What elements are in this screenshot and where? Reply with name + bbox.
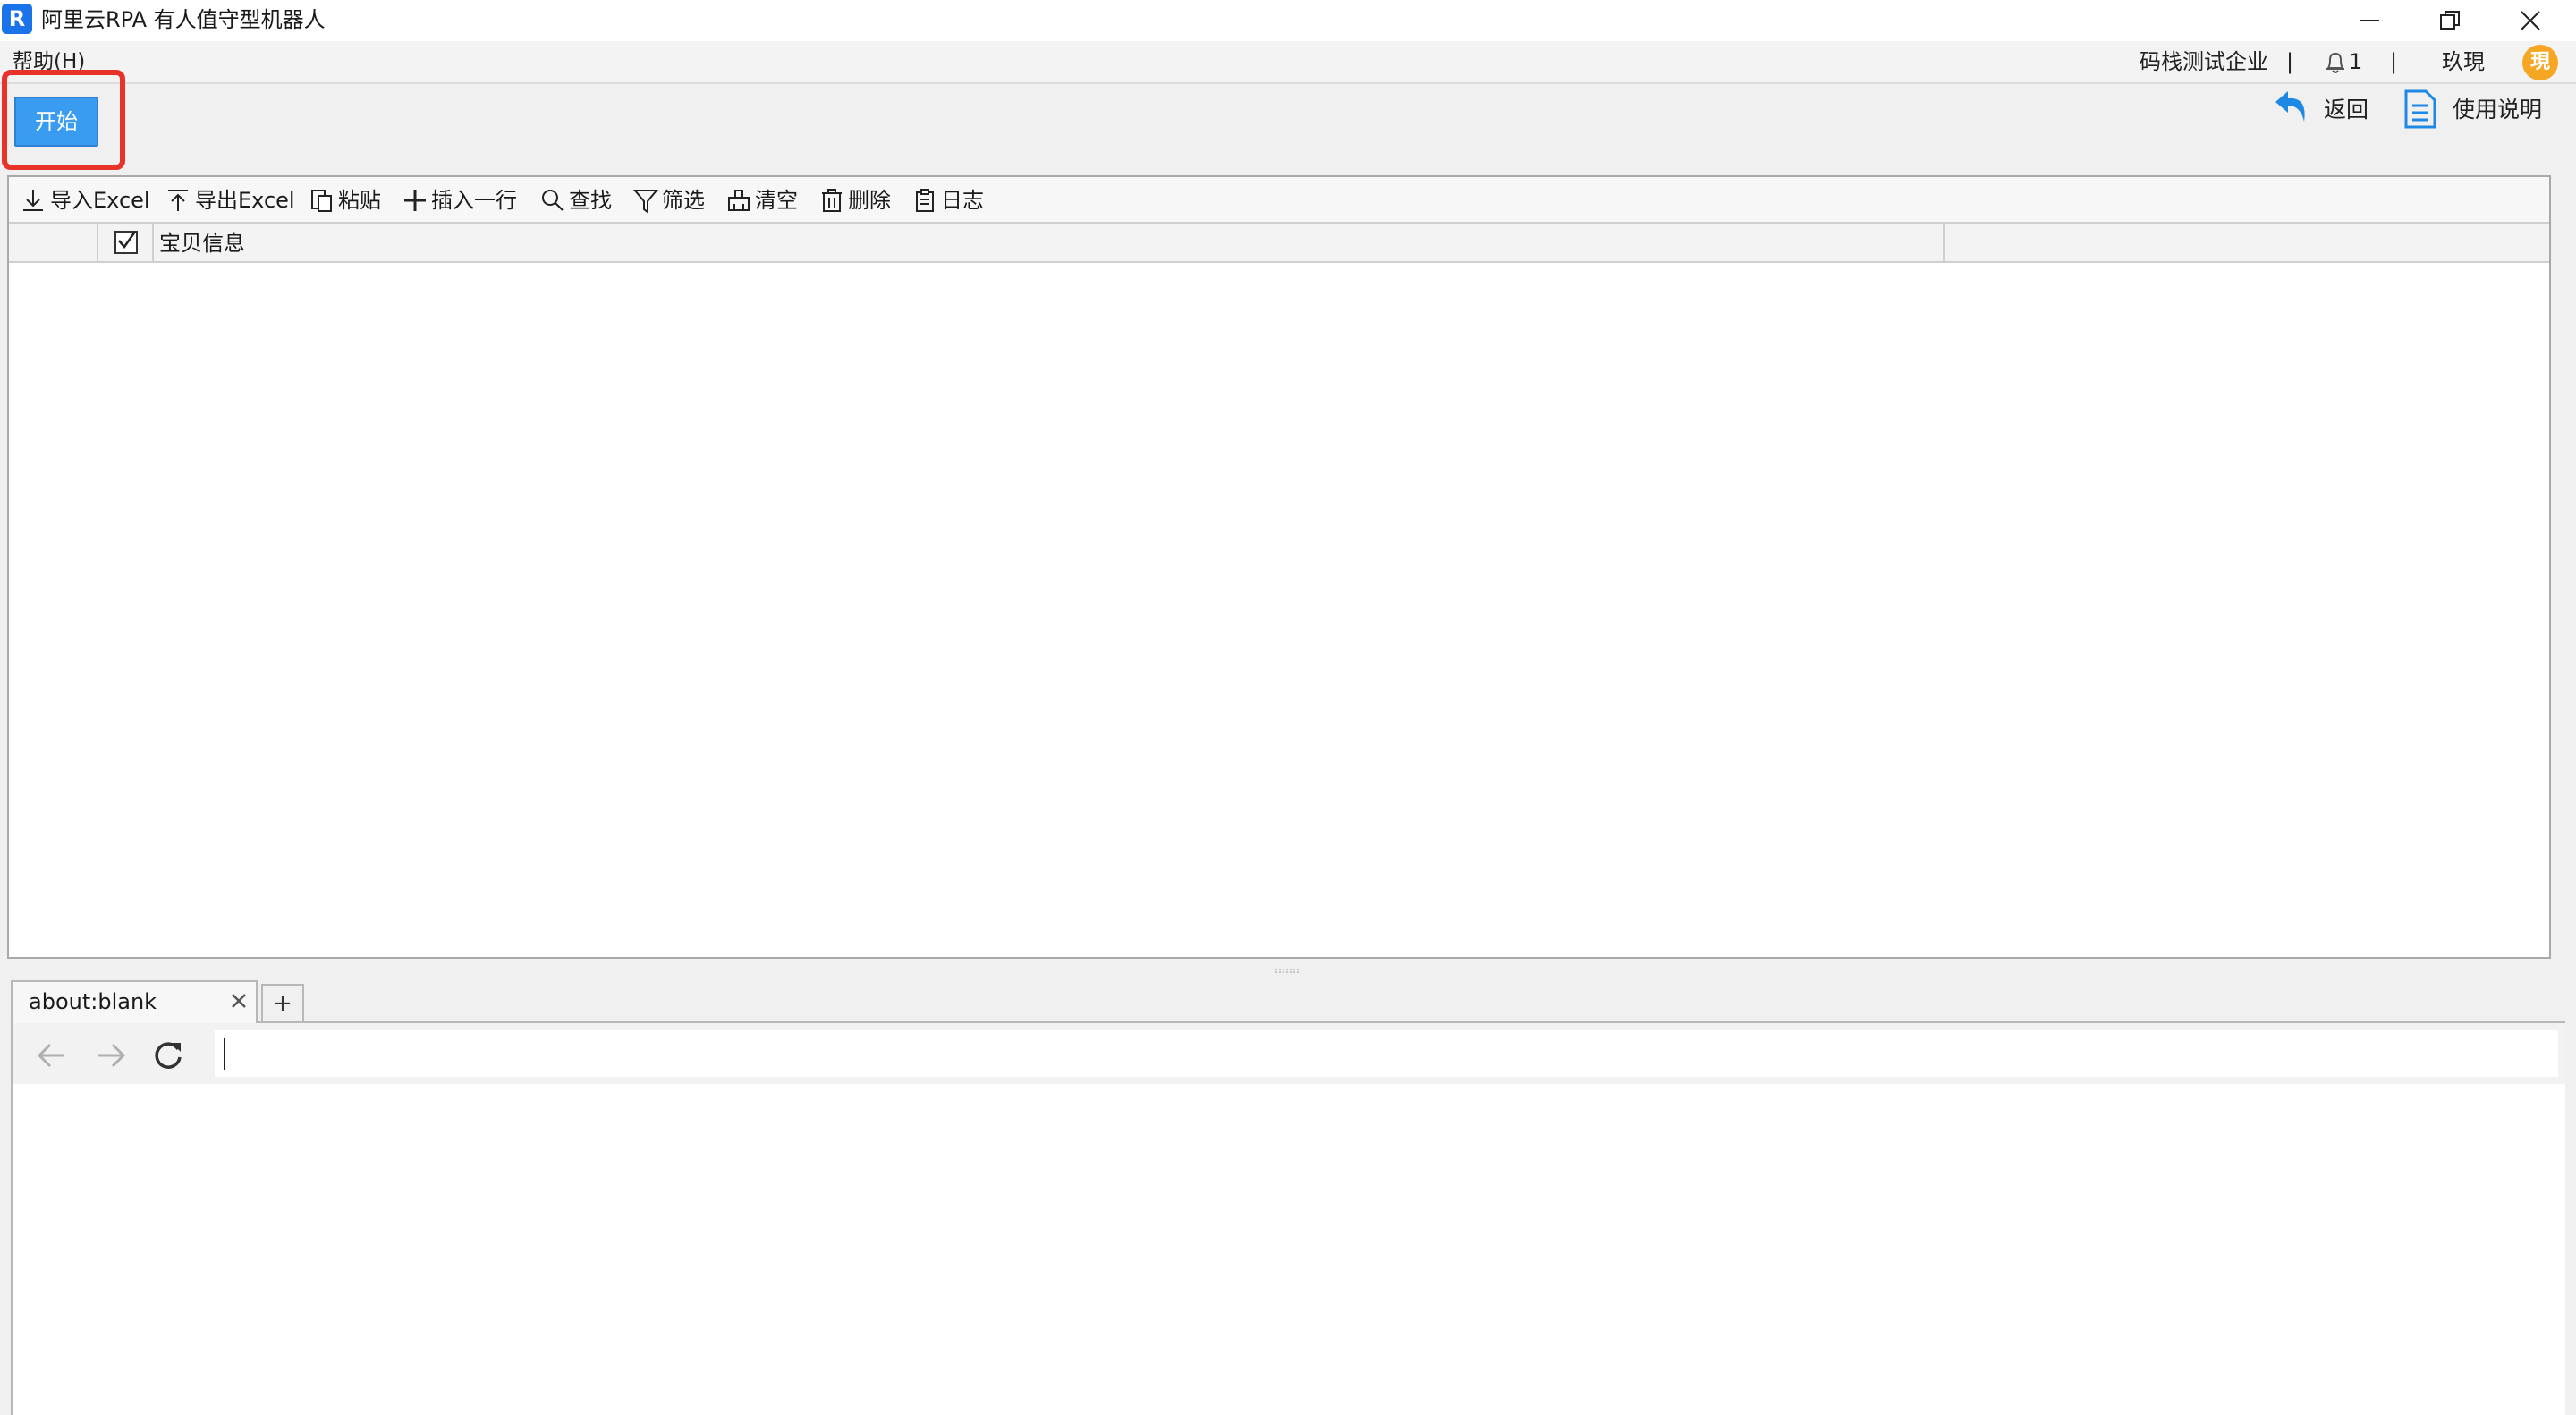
forward-button[interactable] (93, 1038, 129, 1073)
grid-header (9, 224, 2549, 263)
document-icon (2404, 89, 2436, 129)
plus-icon (404, 190, 426, 211)
close-icon (2521, 11, 2540, 30)
minimize-icon (2360, 20, 2379, 21)
address-bar[interactable] (215, 1030, 2558, 1077)
notification-count[interactable]: 1 (2349, 47, 2362, 77)
reload-icon (155, 1042, 182, 1069)
select-all-checkbox[interactable] (114, 231, 138, 254)
import-excel-label: 导入Excel (50, 188, 150, 213)
return-label: 返回 (2324, 97, 2369, 123)
filter-label: 筛选 (662, 188, 705, 213)
search-icon (542, 190, 564, 211)
arrow-left-icon (37, 1043, 64, 1068)
clipboard-icon (916, 189, 934, 212)
window-title: 阿里云RPA 有人值守型机器人 (41, 7, 326, 32)
delete-label: 删除 (848, 188, 891, 213)
delete-button[interactable]: 删除 (819, 182, 905, 218)
clear-label: 清空 (755, 188, 798, 213)
paste-label: 粘贴 (338, 188, 381, 213)
log-label: 日志 (941, 188, 984, 213)
company-name[interactable]: 码栈测试企业 (2140, 47, 2268, 77)
paste-icon (311, 190, 332, 212)
column-divider[interactable] (152, 224, 154, 263)
eraser-icon (728, 190, 750, 211)
start-button[interactable]: 开始 (14, 97, 98, 147)
avatar[interactable]: 現 (2522, 45, 2558, 80)
upload-icon (168, 190, 188, 211)
column-header-baobei[interactable]: 宝贝信息 (159, 227, 245, 259)
restore-button[interactable] (2410, 0, 2490, 41)
manual-button[interactable]: 使用说明 (2401, 86, 2553, 134)
trash-icon (822, 189, 842, 212)
username[interactable]: 玖現 (2442, 47, 2485, 77)
text-caret (224, 1038, 225, 1070)
return-icon (2275, 91, 2305, 122)
close-icon (232, 994, 246, 1008)
new-tab-button[interactable]: + (261, 984, 304, 1021)
arrow-right-icon (98, 1043, 126, 1068)
data-grid[interactable] (7, 175, 2551, 959)
splitter-handle[interactable] (1275, 969, 1299, 974)
export-excel-label: 导出Excel (195, 188, 295, 213)
export-excel-button[interactable]: 导出Excel (166, 182, 301, 218)
bell-icon[interactable] (2324, 50, 2347, 75)
clear-button[interactable]: 清空 (726, 182, 812, 218)
insert-row-button[interactable]: 插入一行 (402, 182, 528, 218)
minimize-button[interactable] (2329, 0, 2410, 41)
restore-icon (2440, 11, 2460, 30)
title-bar (0, 0, 2576, 41)
manual-label: 使用说明 (2453, 97, 2543, 123)
close-window-button[interactable] (2490, 0, 2571, 41)
app-logo-icon: R (2, 4, 32, 34)
separator: | (2390, 49, 2398, 74)
paste-button[interactable]: 粘贴 (309, 182, 395, 218)
find-label: 查找 (569, 188, 612, 213)
column-divider[interactable] (1943, 224, 1945, 263)
insert-row-label: 插入一行 (431, 188, 517, 213)
return-button[interactable]: 返回 (2272, 86, 2379, 134)
filter-button[interactable]: 筛选 (633, 182, 719, 218)
reload-button[interactable] (150, 1038, 186, 1073)
back-button[interactable] (34, 1038, 70, 1073)
column-divider[interactable] (97, 224, 98, 263)
tab-close-button[interactable] (229, 991, 249, 1011)
find-button[interactable]: 查找 (540, 182, 626, 218)
import-excel-button[interactable]: 导入Excel (21, 182, 156, 218)
download-icon (23, 190, 43, 211)
log-button[interactable]: 日志 (912, 182, 998, 218)
filter-icon (633, 190, 658, 214)
separator: | (2286, 49, 2294, 74)
browser-tab-label: about:blank (29, 989, 157, 1014)
check-icon (118, 231, 137, 250)
